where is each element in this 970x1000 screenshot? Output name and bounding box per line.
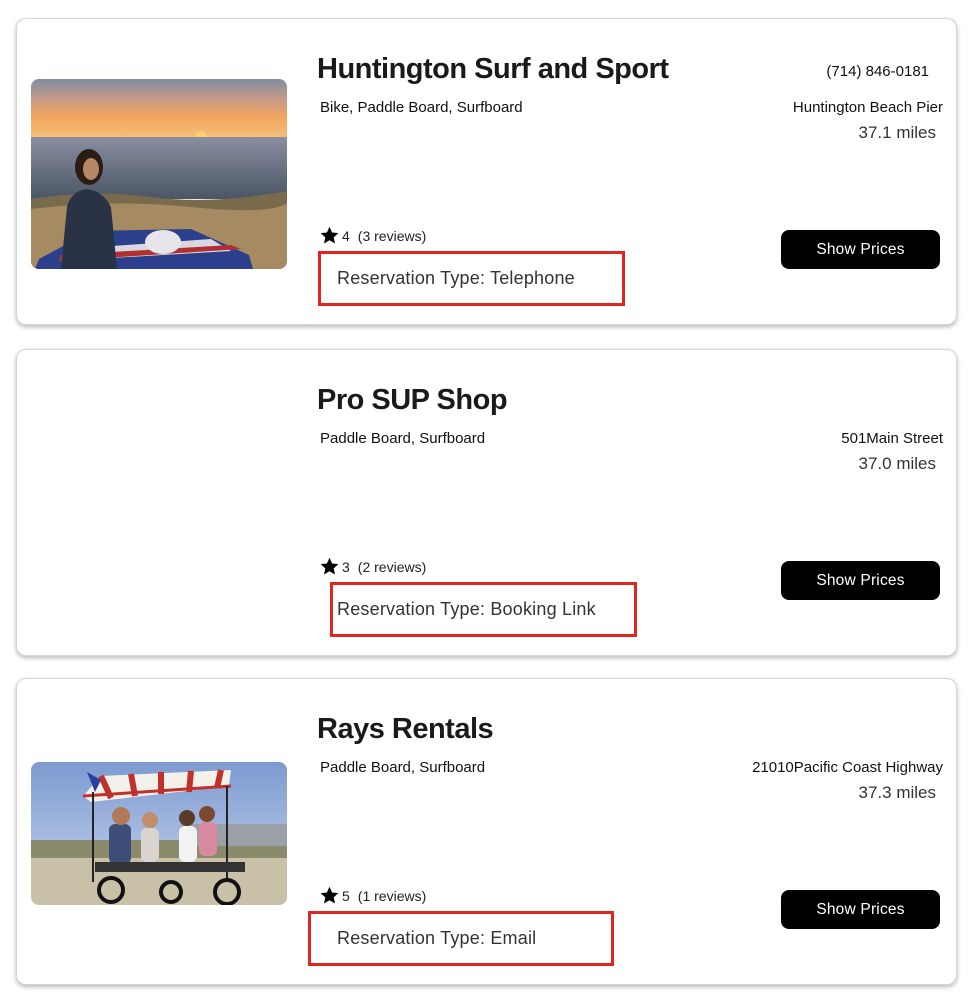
rental-types: Paddle Board, Surfboard	[320, 759, 486, 776]
show-prices-button[interactable]: Show Prices	[781, 890, 940, 929]
star-icon	[320, 886, 339, 904]
listing-title[interactable]: Huntington Surf and Sport	[317, 53, 669, 86]
listing-image-sunset-beach[interactable]	[31, 79, 287, 269]
surrey-bike-family-photo	[31, 762, 287, 905]
show-prices-button[interactable]: Show Prices	[781, 230, 940, 269]
distance: 37.1 miles	[858, 123, 936, 142]
rating: 4 (3 reviews)	[319, 225, 426, 246]
distance: 37.3 miles	[858, 783, 936, 802]
listing-title[interactable]: Pro SUP Shop	[317, 384, 508, 417]
listing-card[interactable]: Pro SUP Shop Paddle Board, Surfboard 501…	[16, 349, 957, 656]
star-icon	[320, 557, 339, 575]
rating-value: 4	[342, 227, 350, 244]
rating: 5 (1 reviews)	[319, 885, 426, 906]
address: Huntington Beach Pier	[792, 99, 943, 116]
phone-number[interactable]: (714) 846-0181	[826, 63, 929, 80]
sunset-beach-photo	[31, 79, 287, 269]
listing-image-surrey-bike[interactable]	[31, 762, 287, 905]
rental-types: Bike, Paddle Board, Surfboard	[320, 99, 523, 116]
distance: 37.0 miles	[858, 454, 936, 473]
reservation-type: Reservation Type: Email	[308, 911, 614, 966]
star-icon	[320, 226, 339, 244]
reservation-type: Reservation Type: Telephone	[318, 251, 625, 306]
rating: 3 (2 reviews)	[319, 556, 426, 577]
reservation-type: Reservation Type: Booking Link	[330, 582, 637, 637]
review-count[interactable]: (1 reviews)	[358, 888, 426, 904]
listing-card[interactable]: Rays Rentals Paddle Board, Surfboard 210…	[16, 678, 957, 985]
address: 21010Pacific Coast Highway	[752, 759, 943, 776]
listing-title[interactable]: Rays Rentals	[317, 713, 494, 746]
review-count[interactable]: (3 reviews)	[358, 228, 426, 244]
rating-value: 5	[342, 887, 350, 904]
rating-value: 3	[342, 558, 350, 575]
review-count[interactable]: (2 reviews)	[358, 559, 426, 575]
listing-card[interactable]: Huntington Surf and Sport Bike, Paddle B…	[16, 18, 957, 325]
rental-types: Paddle Board, Surfboard	[320, 430, 486, 447]
show-prices-button[interactable]: Show Prices	[781, 561, 940, 600]
address: 501Main Street	[841, 430, 943, 447]
